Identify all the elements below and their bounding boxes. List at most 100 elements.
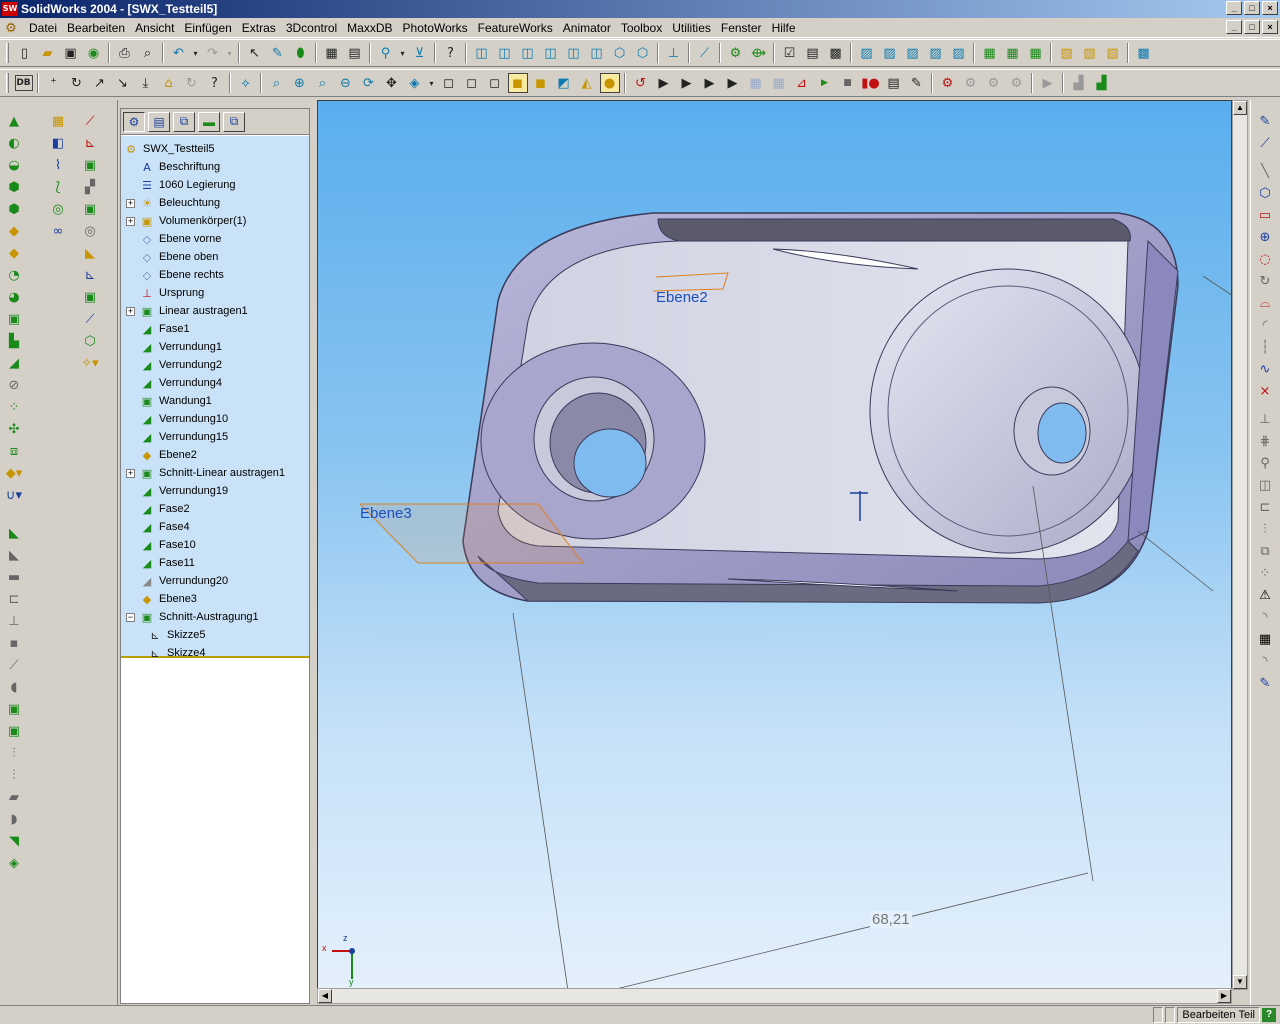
menu-ansicht[interactable]: Ansicht (130, 19, 179, 37)
select-icon[interactable]: ↖ (245, 43, 265, 63)
photoworks-decal-icon[interactable]: ▨ (926, 43, 946, 63)
menu-featureworks[interactable]: FeatureWorks (473, 19, 558, 37)
tree-item[interactable]: ☰ 1060 Legierung (126, 176, 235, 194)
view-top-icon[interactable]: ◫ (564, 43, 584, 63)
mold-shutoff-icon[interactable]: ▰ (4, 787, 24, 807)
zoom-out-icon[interactable]: ⊖ (336, 73, 356, 93)
menu-hilfe[interactable]: Hilfe (767, 19, 801, 37)
rotate-icon[interactable]: ⟳ (359, 73, 379, 93)
checklist-icon[interactable]: ☑ (780, 43, 800, 63)
mirror-icon[interactable]: ⧈ (4, 441, 24, 461)
tree-item[interactable]: ◢ Fase10 (126, 536, 196, 554)
fillet-vt-icon[interactable]: ◔ (4, 265, 24, 285)
zoom-to-area-icon[interactable]: ⌕ (313, 73, 333, 93)
axis-icon[interactable]: ⟋ (80, 111, 100, 131)
tree-item[interactable]: ◆ Ebene3 (126, 590, 197, 608)
tab-photoworks[interactable]: ▬ (198, 111, 220, 132)
sketch-trim-icon[interactable]: ⚲ (1255, 453, 1275, 473)
sketch-tangent-icon[interactable]: ◝ (1255, 651, 1275, 671)
wrap-icon[interactable]: ◎ (48, 199, 68, 219)
plane-vt-icon[interactable]: ◣ (80, 243, 100, 263)
redo-dropdown-icon[interactable]: ▾ (226, 43, 234, 63)
tree-item[interactable]: + ▣ Schnitt-Linear austragen1 (126, 464, 285, 482)
tree-item[interactable]: ▣ Wandung1 (126, 392, 212, 410)
projected-curve-icon[interactable]: ▞ (80, 177, 100, 197)
rebuild-icon[interactable]: ⬮ (291, 43, 311, 63)
document-icon[interactable]: ⚙ (2, 20, 20, 36)
sketch-3point-arc-icon[interactable]: ⌓ (1255, 293, 1275, 313)
menu-utilities[interactable]: Utilities (667, 19, 716, 37)
sheetmetal-jog-icon[interactable]: ⊥ (4, 611, 24, 631)
layer-icon[interactable]: ⌂ (159, 73, 179, 93)
utilities-simplify-icon[interactable]: ▧ (1080, 43, 1100, 63)
hole-wizard-icon[interactable]: ⊘ (4, 375, 24, 395)
3dcontrol-icon[interactable]: ◉ (84, 43, 104, 63)
rib-icon[interactable]: ▙ (4, 331, 24, 351)
sketch-fillet-icon[interactable]: ◜ (1255, 315, 1275, 335)
tree-item[interactable]: ◇ Ebene vorne (126, 230, 222, 248)
sketch-line-icon[interactable]: ╲ (1255, 161, 1275, 181)
animator-stop-icon[interactable]: ■ (838, 73, 858, 93)
hidden-lines-removed-icon[interactable]: ◻ (485, 73, 505, 93)
tree-expander-icon[interactable]: + (126, 306, 135, 316)
minimize-button[interactable]: _ (1226, 1, 1242, 15)
measure-icon[interactable]: ⟋ (695, 43, 715, 63)
shadows-icon[interactable]: ◩ (554, 73, 574, 93)
help-icon[interactable]: ? (205, 73, 225, 93)
normal-to-icon[interactable]: ⊥ (664, 43, 684, 63)
sketch-circular-pattern-icon[interactable]: ⧉ (1255, 541, 1275, 561)
graphics-viewport[interactable]: Ebene2 Ebene3 68,21 x z y (317, 100, 1232, 990)
tree-item[interactable]: ◢ Fase4 (126, 518, 190, 536)
arc-icon[interactable]: ↻ (67, 73, 87, 93)
toggle-filter-icon[interactable]: ⊻ (410, 43, 430, 63)
point-icon[interactable]: ⁺ (44, 73, 64, 93)
helix-icon[interactable]: ⟋ (80, 309, 100, 329)
feature-recognition-icon[interactable]: ⟴ (749, 43, 769, 63)
tree-item[interactable]: ⊾ Skizze5 (147, 626, 205, 644)
section-dropdown-icon[interactable]: ▾ (428, 73, 436, 93)
help-icon-status[interactable]: ? (1262, 1008, 1276, 1022)
wireframe-icon[interactable]: ◻ (439, 73, 459, 93)
tree-expander-icon[interactable]: − (126, 612, 135, 622)
cut-extrude-vt-icon[interactable]: ◆ (4, 221, 24, 241)
mold-tooling-icon[interactable]: ◗ (4, 809, 24, 829)
sketch-exit-icon[interactable]: ✎ (1255, 673, 1275, 693)
dimension-value[interactable]: 68,21 (870, 911, 912, 928)
tree-item[interactable]: ◢ Fase2 (126, 500, 190, 518)
tree-expander-icon[interactable]: + (126, 198, 135, 208)
tree-item[interactable]: ◢ Verrundung20 (126, 572, 228, 590)
curves-icon[interactable]: ∪▾ (4, 485, 24, 505)
sketch-linear-pattern-icon[interactable]: ⫶ (1255, 519, 1275, 539)
tab-featuremanager[interactable]: ⚙ (123, 111, 145, 132)
animator-view2-icon[interactable]: ▦ (769, 73, 789, 93)
refresh-icon[interactable]: ↻ (182, 73, 202, 93)
options-icon[interactable]: ▤ (345, 43, 365, 63)
menu-photoworks[interactable]: PhotoWorks (398, 19, 473, 37)
animator-export-icon[interactable]: ▤ (884, 73, 904, 93)
tree-item[interactable]: + ▣ Volumenkörper(1) (126, 212, 246, 230)
scroll-up-icon[interactable]: ▲ (1233, 101, 1247, 115)
filter-dropdown-icon[interactable]: ▾ (399, 43, 407, 63)
loft-boss-icon[interactable]: ⬢ (4, 177, 24, 197)
sheetmetal-edge-icon[interactable]: ◣ (4, 545, 24, 565)
animator-path-icon[interactable]: ⊿ (792, 73, 812, 93)
print-icon[interactable]: ⎙ (115, 43, 135, 63)
chamfer-vt-icon[interactable]: ◕ (4, 287, 24, 307)
realview-icon[interactable]: ● (599, 73, 620, 93)
menu-datei[interactable]: Datei (24, 19, 62, 37)
sheetmetal-sketched-bend-icon[interactable]: ⟋ (4, 655, 24, 675)
zoom-to-fit-icon[interactable]: ⌕ (267, 73, 287, 93)
tree-expander-icon[interactable]: + (126, 468, 135, 478)
animator-step3-icon[interactable]: ▶ (700, 73, 720, 93)
undo-dropdown-icon[interactable]: ▾ (192, 43, 200, 63)
redo-icon[interactable]: ↷ (203, 43, 223, 63)
smart-dimension-icon[interactable]: ⟋ (1255, 133, 1275, 153)
shell-vt-icon[interactable]: ▣ (4, 309, 24, 329)
horizontal-scrollbar[interactable]: ◀ ▶ (317, 988, 1232, 1004)
mold-split-icon[interactable]: ⫶ (4, 765, 24, 785)
ref-geometry-icon[interactable]: ◆▾ (4, 463, 24, 483)
tree-item[interactable]: ◢ Fase11 (126, 554, 195, 572)
grid-icon[interactable]: ▦ (322, 43, 342, 63)
section-view-icon[interactable]: ◈ (405, 73, 425, 93)
view-back-icon[interactable]: ◫ (495, 43, 515, 63)
